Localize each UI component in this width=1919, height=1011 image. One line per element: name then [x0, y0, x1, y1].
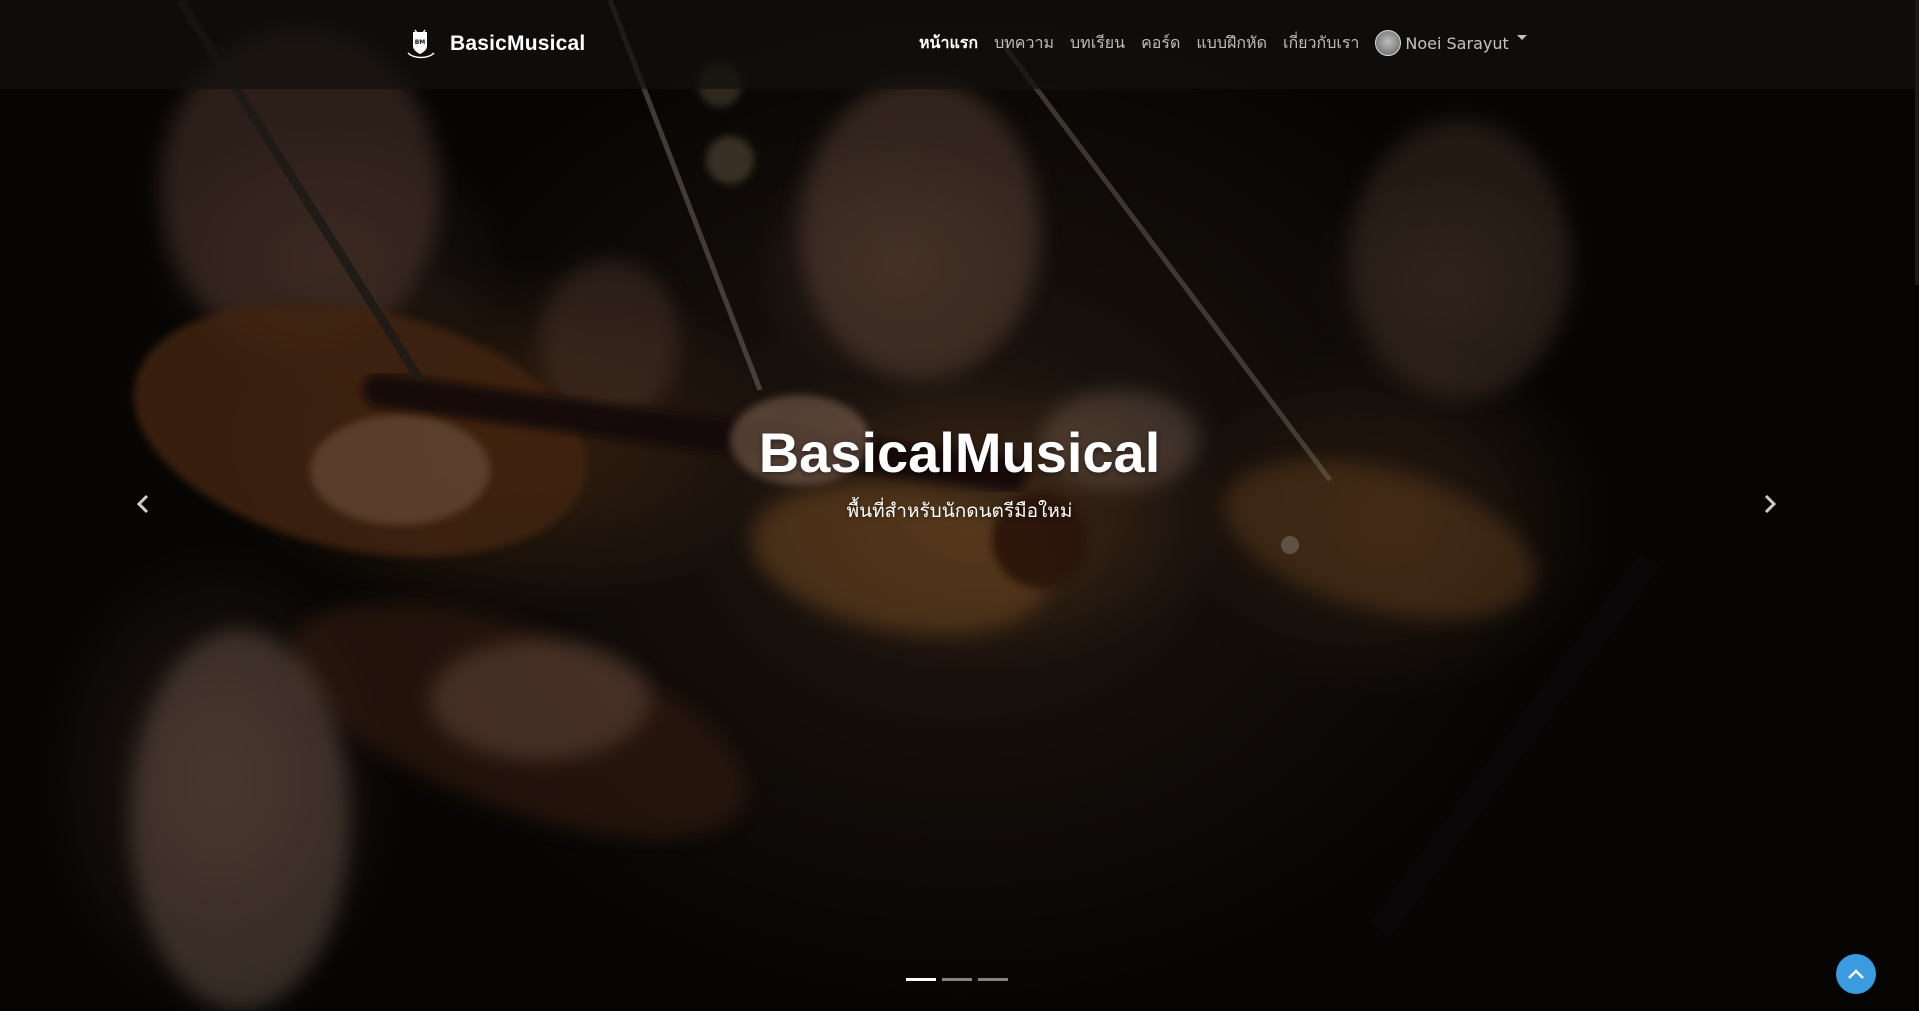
brand-name: BasicMusical	[450, 32, 586, 55]
nav-item-articles[interactable]: บทความ	[994, 31, 1054, 56]
user-avatar	[1375, 30, 1402, 56]
carousel-indicator-2[interactable]	[942, 978, 972, 981]
svg-text:BM: BM	[415, 39, 426, 46]
caret-down-icon	[1516, 34, 1527, 40]
page-scrollbar[interactable]	[1915, 0, 1919, 1011]
user-menu-toggle[interactable]: Noei Sarayut	[1375, 30, 1527, 56]
nav-item-home[interactable]: หน้าแรก	[919, 31, 978, 56]
nav-item-lessons[interactable]: บทเรียน	[1070, 31, 1125, 56]
nav-item-exercises[interactable]: แบบฝึกหัด	[1196, 31, 1267, 56]
chevron-right-icon	[1764, 494, 1777, 514]
back-to-top-button[interactable]	[1836, 954, 1876, 994]
page: BM BasicMusical หน้าแรก บทความ บทเรียน ค…	[0, 0, 1919, 1011]
scrollbar-thumb[interactable]	[1915, 0, 1919, 285]
brand-link[interactable]: BM BasicMusical	[402, 24, 585, 64]
nav-item-chords[interactable]: คอร์ด	[1141, 31, 1180, 56]
nav-menu: หน้าแรก บทความ บทเรียน คอร์ด แบบฝึกหัด เ…	[919, 26, 1527, 60]
hero-subtitle: พื้นที่สำหรับนักดนตรีมือใหม่	[846, 500, 1073, 522]
carousel-indicators	[906, 978, 1008, 981]
hero-caption: BasicalMusical พื้นที่สำหรับนักดนตรีมือใ…	[0, 418, 1919, 526]
violin-badge-logo-icon: BM	[407, 29, 435, 59]
carousel-indicator-3[interactable]	[978, 978, 1008, 981]
chevron-left-icon	[136, 494, 149, 514]
carousel-indicator-1[interactable]	[906, 978, 936, 981]
hero-title: BasicalMusical	[758, 421, 1161, 484]
carousel-next-button[interactable]	[1750, 484, 1790, 524]
chevron-up-icon	[1848, 969, 1864, 979]
carousel-prev-button[interactable]	[123, 484, 163, 524]
nav-item-about[interactable]: เกี่ยวกับเรา	[1283, 31, 1359, 56]
navbar: BM BasicMusical หน้าแรก บทความ บทเรียน ค…	[0, 0, 1919, 89]
user-name: Noei Sarayut	[1405, 33, 1509, 53]
